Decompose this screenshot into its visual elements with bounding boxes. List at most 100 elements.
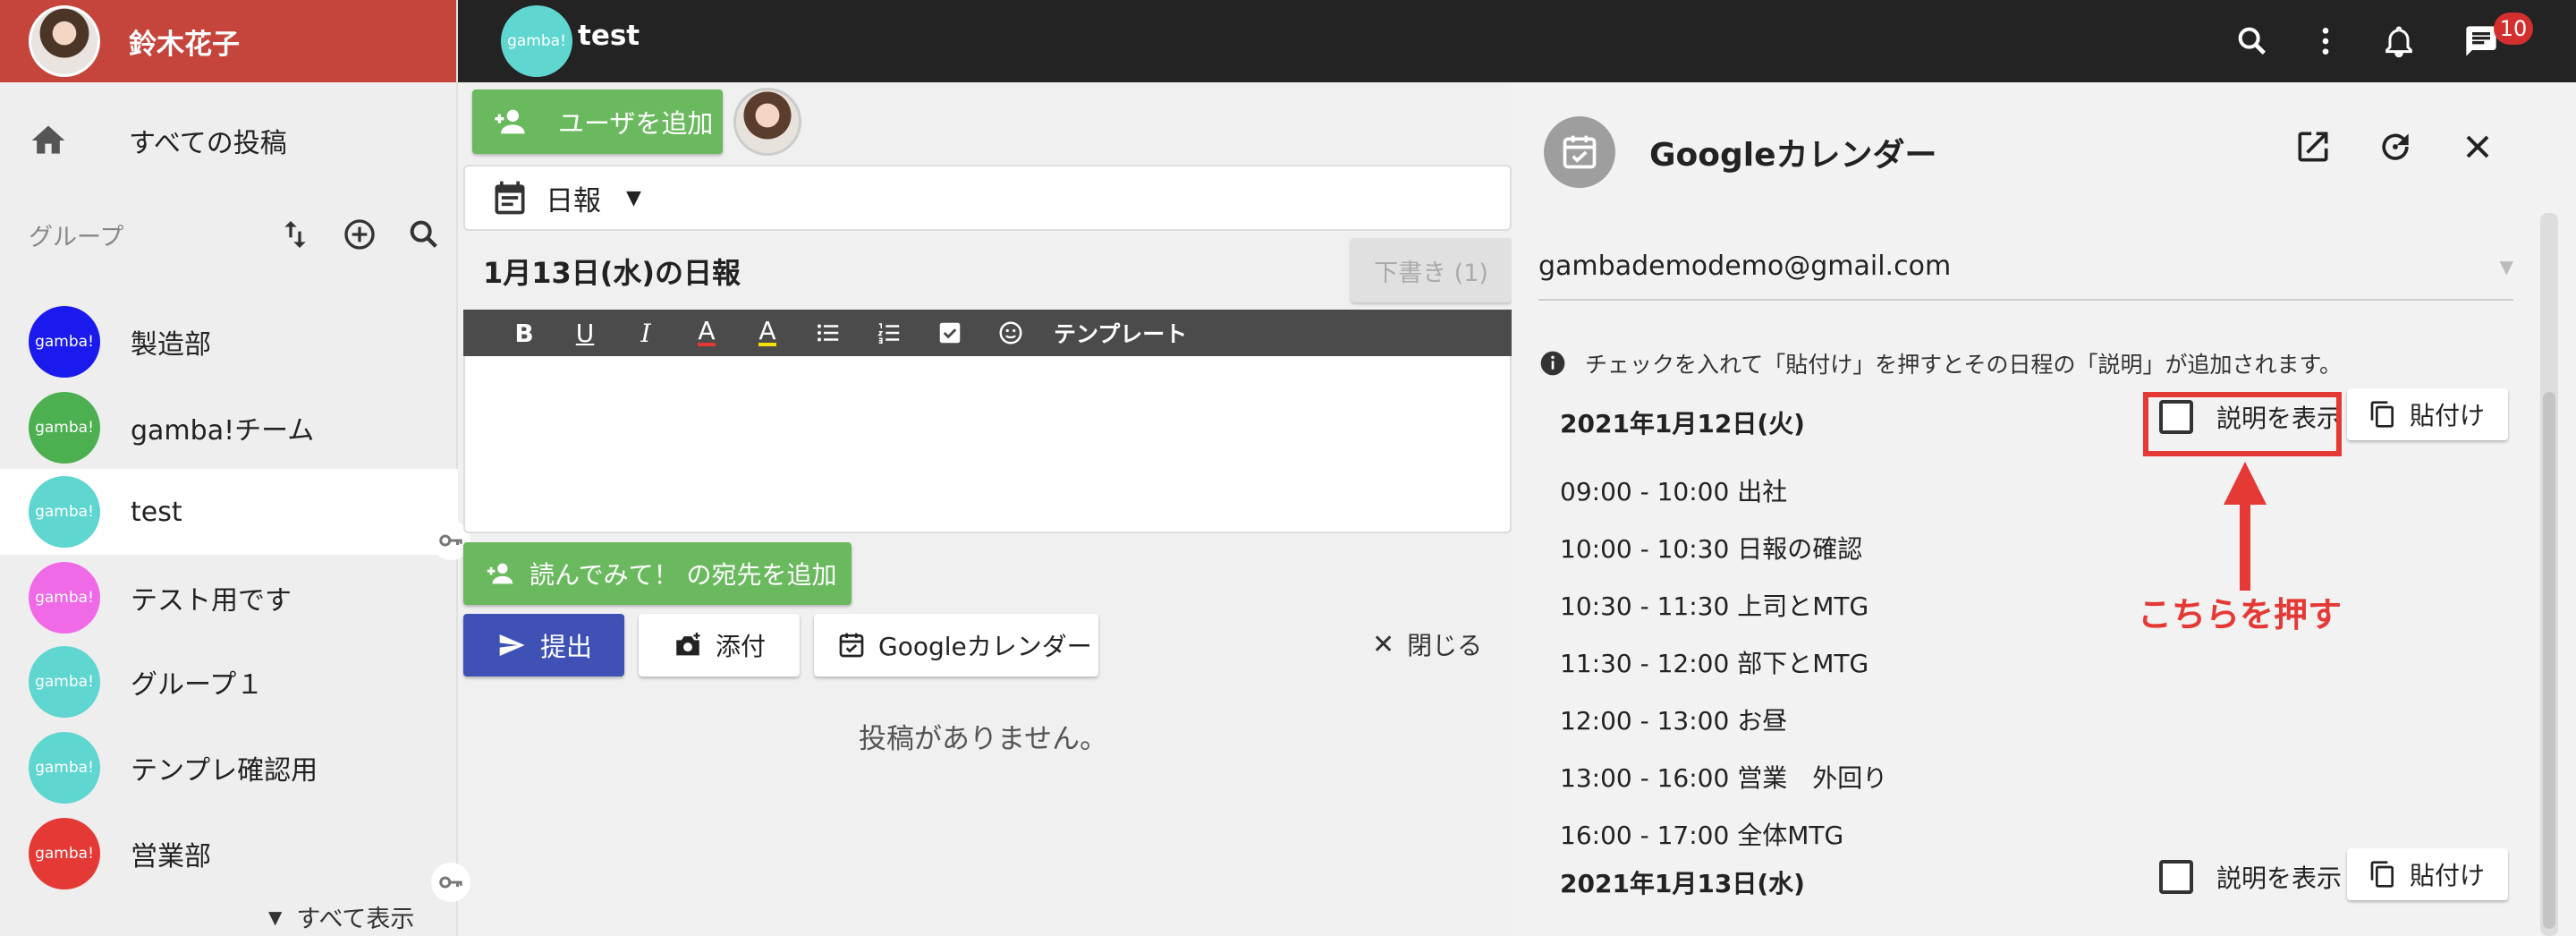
group-avatar: gamba!	[29, 646, 100, 718]
calendar-event[interactable]: 11:30 - 12:00 部下とMTG	[1560, 644, 1868, 680]
copy-icon	[2370, 861, 2394, 888]
text-color-icon[interactable]: A	[676, 310, 737, 356]
close-compose-button[interactable]: ✕ 閉じる	[1372, 626, 1482, 662]
group-item[interactable]: gamba! test	[0, 469, 470, 560]
calendar-event[interactable]: 10:30 - 11:30 上司とMTG	[1560, 587, 1868, 623]
more-vert-icon[interactable]	[2308, 23, 2343, 59]
checkbox-box[interactable]	[2159, 860, 2193, 894]
close-icon: ✕	[1372, 628, 1395, 660]
group-name: テスト用です	[131, 585, 292, 617]
refresh-icon[interactable]	[2376, 127, 2415, 166]
calendar-event[interactable]: 16:00 - 17:00 全体MTG	[1560, 816, 1843, 852]
submit-button[interactable]: 提出	[463, 614, 624, 676]
submit-label: 提出	[540, 632, 593, 662]
post-title: 1月13日(水)の日報	[483, 256, 741, 290]
numbered-list-icon[interactable]	[859, 310, 919, 356]
editor-body[interactable]	[463, 356, 1512, 533]
paste-button[interactable]: 貼付け	[2347, 848, 2508, 900]
group-avatar: gamba!	[29, 306, 100, 378]
add-photo-icon	[676, 632, 700, 656]
dropdown-arrow-icon: ▼	[626, 186, 641, 209]
user-avatar[interactable]	[29, 5, 100, 77]
member-avatar[interactable]	[733, 88, 801, 156]
draft-button[interactable]: 下書き (1)	[1351, 238, 1512, 302]
calendar-event[interactable]: 12:00 - 13:00 お昼	[1560, 702, 1787, 737]
bullet-list-icon[interactable]	[798, 310, 859, 356]
close-label: 閉じる	[1407, 631, 1483, 660]
close-panel-icon[interactable]	[2458, 127, 2497, 166]
user-name: 鈴木花子	[129, 28, 240, 61]
add-reader-label: 読んでみて！ の宛先を追加	[530, 560, 837, 590]
open-in-new-icon[interactable]	[2293, 127, 2333, 166]
caret-down-icon: ▼	[268, 906, 283, 928]
group-avatar: gamba!	[29, 392, 100, 464]
emoji-icon[interactable]	[980, 310, 1041, 356]
search-group-icon[interactable]	[406, 217, 442, 252]
sort-icon[interactable]	[277, 217, 313, 252]
scrollbar[interactable]	[2540, 213, 2558, 936]
checkbox-icon[interactable]	[919, 310, 980, 356]
calendar-event[interactable]: 09:00 - 10:00 出社	[1560, 472, 1787, 508]
nav-all-posts[interactable]: すべての投稿	[0, 82, 456, 199]
notification-badge: 10	[2494, 13, 2533, 45]
group-avatar: gamba!	[29, 476, 100, 548]
top-bar: gamba! test 10	[458, 0, 2576, 82]
group-item[interactable]: gamba! 製造部	[0, 299, 458, 385]
day-date: 2021年1月13日(水)	[1560, 869, 1805, 898]
google-calendar-label: Googleカレンダー	[878, 632, 1092, 661]
highlight-box	[2143, 392, 2342, 456]
template-button[interactable]: テンプレート	[1054, 317, 1187, 349]
key-icon	[431, 863, 470, 902]
add-group-icon[interactable]	[342, 217, 377, 252]
show-all-button[interactable]: ▼ すべて表示	[268, 899, 414, 934]
calendar-panel-title: Googleカレンダー	[1649, 137, 1937, 174]
group-name: テンプレ確認用	[131, 755, 318, 787]
copy-icon	[2370, 401, 2394, 428]
event-check-icon	[839, 633, 864, 658]
attach-button[interactable]: 添付	[639, 614, 800, 676]
bell-icon[interactable]	[2381, 23, 2417, 59]
add-reader-button[interactable]: 読んでみて！ の宛先を追加	[463, 542, 852, 605]
highlight-color-icon[interactable]: A	[737, 310, 798, 356]
user-header[interactable]: 鈴木花子	[0, 0, 456, 82]
group-section-title: グループ	[29, 223, 124, 251]
group-item[interactable]: gamba! 営業部	[0, 811, 470, 902]
group-item[interactable]: gamba! gamba!チーム	[0, 385, 458, 471]
group-avatar: gamba!	[29, 818, 100, 889]
account-select[interactable]: gambademodemo@gmail.com ▼	[1538, 251, 2513, 301]
editor-toolbar: B U I A A テンプレート	[463, 310, 1512, 356]
group-item[interactable]: gamba! テスト用です	[0, 555, 458, 641]
sidebar: 鈴木花子 すべての投稿 グループ gamba! 製造部 gamba! gamba!チー…	[0, 0, 470, 936]
underline-icon[interactable]: U	[555, 310, 615, 356]
show-description-checkbox[interactable]: 説明を表示	[2159, 859, 2342, 895]
google-calendar-button[interactable]: Googleカレンダー	[814, 614, 1098, 676]
group-item[interactable]: gamba! テンプレ確認用	[0, 725, 458, 811]
group-name: test	[131, 496, 182, 528]
group-name: グループ１	[131, 669, 264, 701]
calendar-event[interactable]: 13:00 - 16:00 営業 外回り	[1560, 759, 1887, 795]
add-user-label: ユーザを追加	[558, 108, 714, 139]
info-icon	[1540, 351, 1565, 376]
show-all-label: すべて表示	[296, 906, 415, 933]
attach-label: 添付	[716, 632, 767, 661]
room-avatar[interactable]: gamba!	[501, 5, 572, 77]
empty-message: 投稿がありません。	[859, 723, 1108, 755]
calendar-event[interactable]: 10:00 - 10:30 日報の確認	[1560, 530, 1862, 566]
search-icon[interactable]	[2234, 23, 2270, 59]
dropdown-arrow-icon: ▼	[2499, 256, 2513, 277]
group-name: gamba!チーム	[131, 415, 315, 447]
account-value: gambademodemo@gmail.com	[1538, 251, 1952, 282]
group-avatar: gamba!	[29, 732, 100, 804]
info-text: チェックを入れて「貼付け」を押すとその日程の「説明」が追加されます。	[1585, 352, 2343, 378]
show-description-label: 説明を表示	[2216, 864, 2343, 893]
add-user-button[interactable]: ユーザを追加	[472, 89, 723, 154]
calendar-icon	[495, 181, 525, 215]
day-date: 2021年1月12日(火)	[1560, 409, 1805, 438]
group-item[interactable]: gamba! グループ１	[0, 639, 458, 725]
post-type-select[interactable]: 日報 ▼	[463, 165, 1512, 231]
italic-icon[interactable]: I	[615, 310, 676, 356]
send-icon	[499, 634, 525, 656]
bold-icon[interactable]: B	[494, 310, 555, 356]
paste-button[interactable]: 貼付け	[2347, 388, 2508, 440]
info-message: チェックを入れて「貼付け」を押すとその日程の「説明」が追加されます。	[1538, 347, 2342, 379]
